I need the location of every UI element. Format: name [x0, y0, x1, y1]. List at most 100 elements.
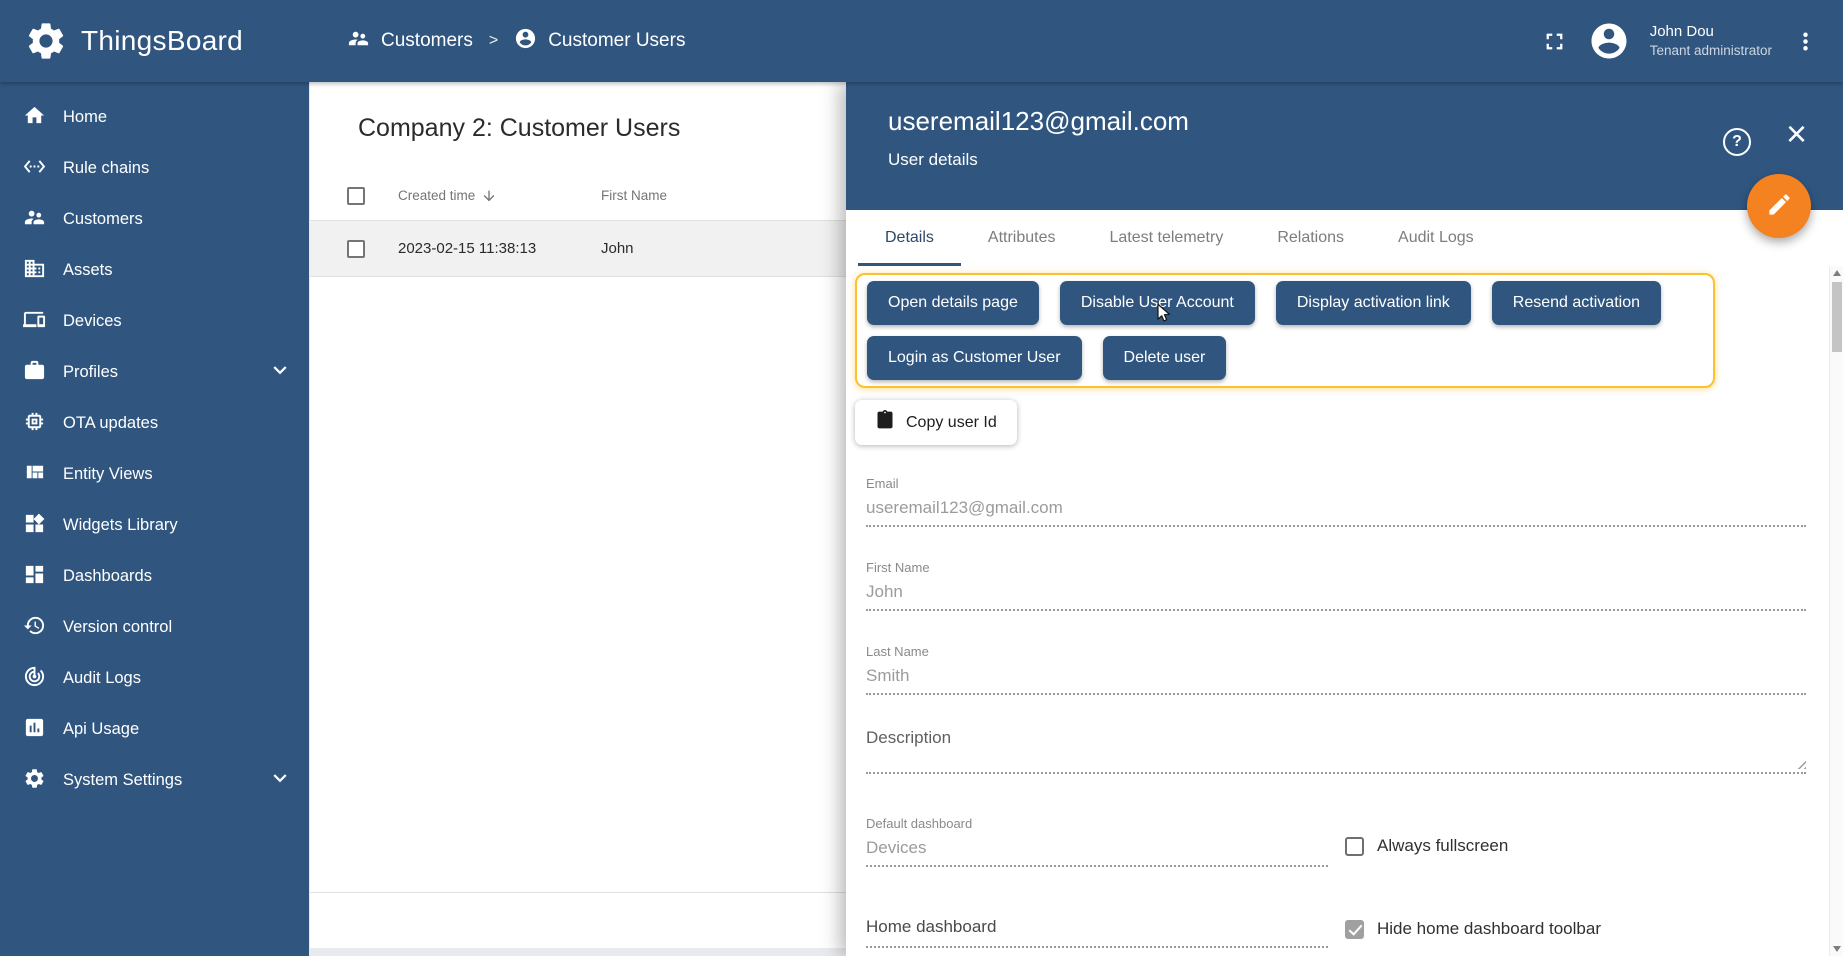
description-label: Description	[866, 728, 1806, 748]
tab-audit-logs[interactable]: Audit Logs	[1371, 210, 1501, 266]
hide-home-toolbar-label: Hide home dashboard toolbar	[1377, 919, 1601, 939]
breadcrumb-label: Customers	[381, 30, 473, 52]
chevron-down-icon[interactable]	[267, 357, 293, 388]
scrollbar-thumb[interactable]	[1832, 282, 1842, 352]
sidebar-item-label: Audit Logs	[63, 669, 141, 688]
ota-updates-icon	[23, 410, 46, 438]
more-vert-button[interactable]	[1792, 28, 1819, 55]
panel-subtitle: User details	[888, 150, 1713, 170]
sidebar-item-ota-updates[interactable]: OTA updates	[0, 398, 309, 449]
sidebar-item-label: Customers	[63, 210, 143, 229]
tab-details[interactable]: Details	[858, 210, 961, 266]
sort-desc-icon[interactable]	[481, 188, 497, 204]
breadcrumb-customer-users[interactable]: Customer Users	[514, 27, 685, 56]
home-dashboard-label: Home dashboard	[866, 917, 1328, 948]
chevron-down-icon[interactable]	[267, 765, 293, 796]
breadcrumb: Customers > Customer Users	[347, 27, 685, 56]
sidebar-item-version-control[interactable]: Version control	[0, 602, 309, 653]
column-header-created-time[interactable]: Created time	[398, 188, 475, 203]
pencil-icon	[1766, 191, 1793, 221]
sidebar-item-devices[interactable]: Devices	[0, 296, 309, 347]
clipboard-icon	[875, 410, 895, 435]
edit-fab-button[interactable]	[1747, 174, 1811, 238]
panel-title: useremail123@gmail.com	[888, 106, 1713, 137]
sidebar-item-label: Dashboards	[63, 567, 152, 586]
scroll-down-arrow-icon[interactable]	[1830, 942, 1843, 956]
always-fullscreen-checkbox[interactable]: Always fullscreen	[1345, 836, 1508, 856]
sidebar-item-entity-views[interactable]: Entity Views	[0, 449, 309, 500]
row-checkbox[interactable]	[347, 240, 365, 258]
disable-user-account-button[interactable]: Disable User Account	[1060, 281, 1255, 325]
audit-logs-icon	[23, 665, 46, 693]
scroll-up-arrow-icon[interactable]	[1830, 266, 1843, 280]
delete-user-button[interactable]: Delete user	[1103, 336, 1227, 380]
app-logo[interactable]: ThingsBoard	[0, 19, 309, 63]
tab-latest-telemetry[interactable]: Latest telemetry	[1083, 210, 1251, 266]
description-field[interactable]: Description	[866, 728, 1806, 774]
top-header: ThingsBoard Customers > Customer Users	[0, 0, 1843, 82]
copy-user-id-label: Copy user Id	[906, 414, 997, 432]
last-name-label: Last Name	[866, 644, 1806, 659]
default-dashboard-row: Default dashboard Devices Always fullscr…	[866, 816, 1843, 867]
email-field[interactable]: Email useremail123@gmail.com	[866, 476, 1806, 527]
user-details-panel: useremail123@gmail.com User details ? × …	[846, 82, 1843, 956]
copy-user-id-button[interactable]: Copy user Id	[855, 400, 1017, 445]
fullscreen-button[interactable]	[1541, 28, 1568, 55]
help-button[interactable]: ?	[1723, 128, 1751, 156]
devices-icon	[23, 308, 46, 336]
sidebar-item-label: OTA updates	[63, 414, 158, 433]
sidebar-item-label: Api Usage	[63, 720, 139, 739]
widgets-library-icon	[23, 512, 46, 540]
customers-icon	[23, 206, 46, 234]
sidebar-item-rule-chains[interactable]: Rule chains	[0, 143, 309, 194]
resend-activation-button[interactable]: Resend activation	[1492, 281, 1661, 325]
sidebar-item-audit-logs[interactable]: Audit Logs	[0, 653, 309, 704]
sidebar-item-label: Devices	[63, 312, 122, 331]
home-dashboard-row: Home dashboard Hide home dashboard toolb…	[866, 917, 1843, 948]
thingsboard-app: ThingsBoard Customers > Customer Users	[0, 0, 1843, 956]
select-all-checkbox[interactable]	[347, 187, 365, 205]
assets-icon	[23, 257, 46, 285]
sidebar-item-dashboards[interactable]: Dashboards	[0, 551, 309, 602]
sidebar-item-system-settings[interactable]: System Settings	[0, 755, 309, 806]
last-name-field[interactable]: Last Name Smith	[866, 644, 1806, 695]
default-dashboard-value: Devices	[866, 838, 1328, 867]
tab-bar: Details Attributes Latest telemetry Rela…	[846, 210, 1843, 266]
avatar-icon[interactable]	[1588, 20, 1630, 62]
last-name-value: Smith	[866, 666, 1806, 695]
email-value: useremail123@gmail.com	[866, 498, 1806, 527]
home-icon	[23, 104, 46, 132]
always-fullscreen-label: Always fullscreen	[1377, 836, 1508, 856]
sidebar-item-assets[interactable]: Assets	[0, 245, 309, 296]
display-activation-link-button[interactable]: Display activation link	[1276, 281, 1471, 325]
topbar-actions: John Dou Tenant administrator	[1541, 20, 1843, 62]
thingsboard-logo-icon	[24, 19, 68, 63]
tab-relations[interactable]: Relations	[1250, 210, 1371, 266]
close-button[interactable]: ×	[1786, 116, 1807, 152]
sidebar-item-profiles[interactable]: Profiles	[0, 347, 309, 398]
sidebar-item-label: Version control	[63, 618, 172, 637]
panel-header: useremail123@gmail.com User details ? ×	[846, 82, 1843, 210]
settings-icon	[23, 767, 46, 795]
help-icon: ?	[1732, 133, 1742, 151]
sidebar-item-home[interactable]: Home	[0, 92, 309, 143]
panel-scrollbar[interactable]	[1829, 266, 1843, 956]
tab-attributes[interactable]: Attributes	[961, 210, 1083, 266]
login-as-customer-user-button[interactable]: Login as Customer User	[867, 336, 1082, 380]
sidebar-item-api-usage[interactable]: Api Usage	[0, 704, 309, 755]
sidebar-item-label: System Settings	[63, 771, 182, 790]
profiles-icon	[23, 359, 46, 387]
default-dashboard-field[interactable]: Default dashboard Devices	[866, 816, 1328, 867]
entity-views-icon	[23, 461, 46, 489]
home-dashboard-field[interactable]: Home dashboard	[866, 917, 1328, 948]
resize-handle-icon[interactable]	[1795, 758, 1806, 769]
hide-home-toolbar-checkbox[interactable]: Hide home dashboard toolbar	[1345, 919, 1601, 939]
sidebar-item-label: Widgets Library	[63, 516, 178, 535]
open-details-page-button[interactable]: Open details page	[867, 281, 1039, 325]
customers-icon	[347, 27, 370, 56]
breadcrumb-customers[interactable]: Customers	[347, 27, 473, 56]
api-usage-icon	[23, 716, 46, 744]
sidebar-item-customers[interactable]: Customers	[0, 194, 309, 245]
sidebar-item-widgets-library[interactable]: Widgets Library	[0, 500, 309, 551]
first-name-field[interactable]: First Name John	[866, 560, 1806, 611]
